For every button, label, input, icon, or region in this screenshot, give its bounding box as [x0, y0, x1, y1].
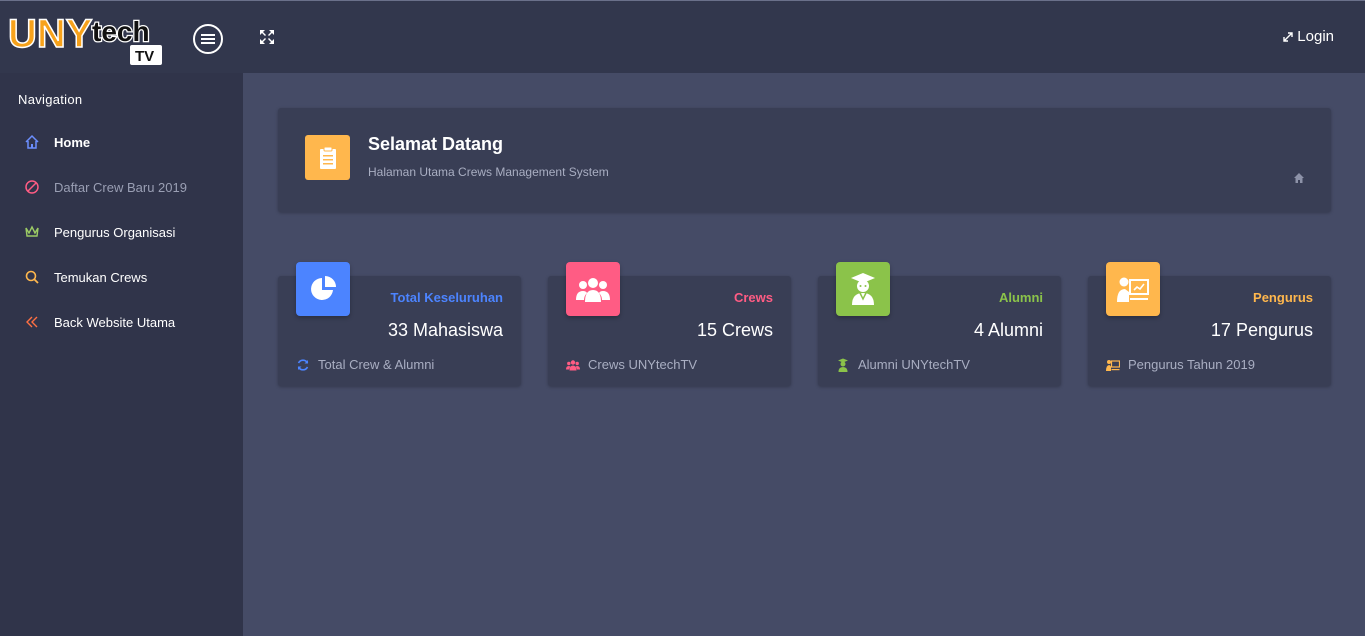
sidebar-item-daftar-crew[interactable]: Daftar Crew Baru 2019 [0, 167, 243, 207]
sidebar-item-label: Daftar Crew Baru 2019 [54, 179, 187, 195]
presenter-icon [1106, 358, 1120, 372]
stat-footer-text: Crews UNYtechTV [588, 357, 698, 372]
ban-icon [22, 177, 42, 197]
stat-label: Pengurus [1253, 290, 1313, 305]
stat-footer: Crews UNYtechTV [566, 357, 697, 372]
stat-footer: Pengurus Tahun 2019 [1106, 357, 1255, 372]
sidebar-item-label: Temukan Crews [54, 269, 148, 285]
svg-text:TV: TV [135, 48, 154, 65]
breadcrumb-home-icon[interactable] [1293, 171, 1305, 183]
stat-card-pengurus: Pengurus 17 Pengurus Pengurus Tahun 2019 [1088, 262, 1331, 386]
unytech-tv-logo[interactable]: UNY tech TV [7, 9, 168, 67]
sidebar: Navigation Home Daftar Crew Baru 2019 Pe… [0, 73, 243, 636]
presenter-icon [1106, 262, 1160, 316]
crown-icon [22, 222, 42, 242]
graduate-icon [836, 262, 890, 316]
users-icon [566, 358, 580, 372]
stat-value: 17 Pengurus [1210, 320, 1313, 340]
menu-toggle-button[interactable] [193, 24, 223, 54]
stat-value: 15 Crews [696, 320, 773, 340]
svg-text:tech: tech [92, 16, 150, 47]
resize-arrow-icon [1283, 31, 1293, 42]
fullscreen-button[interactable] [258, 28, 276, 46]
stat-card-total: Total Keseluruhan 33 Mahasiswa Total Cre… [278, 262, 521, 386]
stat-footer-text: Pengurus Tahun 2019 [1128, 357, 1255, 372]
pie-chart-icon [296, 262, 350, 316]
home-icon [22, 132, 42, 152]
search-icon [22, 267, 42, 287]
stat-label: Total Keseluruhan [390, 290, 503, 305]
welcome-title: Selamat Datang [368, 134, 504, 154]
welcome-subtitle: Halaman Utama Crews Management System [368, 165, 609, 179]
sidebar-item-temukan[interactable]: Temukan Crews [0, 257, 243, 297]
stat-card-crews: Crews 15 Crews Crews UNYtechTV [548, 262, 791, 386]
sidebar-item-label: Pengurus Organisasi [54, 224, 176, 240]
stat-value: 4 Alumni [973, 320, 1043, 340]
refresh-icon [296, 358, 310, 372]
stat-footer-text: Alumni UNYtechTV [858, 357, 970, 372]
stat-footer-text: Total Crew & Alumni [318, 357, 435, 372]
login-link[interactable]: Login [1283, 28, 1334, 45]
top-bar: UNY tech TV Login [0, 0, 1365, 73]
double-chevron-left-icon [22, 312, 42, 332]
stat-card-alumni: Alumni 4 Alumni Alumni UNYtechTV [818, 262, 1061, 386]
users-icon [566, 262, 620, 316]
welcome-panel: Selamat Datang Halaman Utama Crews Manag… [278, 108, 1331, 212]
hamburger-icon [201, 34, 215, 44]
sidebar-item-pengurus[interactable]: Pengurus Organisasi [0, 212, 243, 252]
sidebar-item-label: Back Website Utama [54, 314, 176, 330]
sidebar-item-back-website[interactable]: Back Website Utama [0, 302, 243, 342]
expand-icon [260, 30, 274, 44]
svg-text:UNY: UNY [8, 12, 93, 56]
clipboard-icon [305, 135, 350, 180]
sidebar-item-home[interactable]: Home [0, 122, 243, 162]
stat-footer: Alumni UNYtechTV [836, 357, 970, 372]
stat-label: Crews [733, 290, 773, 305]
login-label: Login [1297, 28, 1334, 45]
stat-value: 33 Mahasiswa [387, 320, 503, 340]
sidebar-item-label: Home [54, 134, 91, 150]
graduate-icon [836, 358, 850, 372]
stat-footer: Total Crew & Alumni [296, 357, 434, 372]
sidebar-title: Navigation [18, 92, 83, 107]
stat-label: Alumni [998, 290, 1043, 305]
